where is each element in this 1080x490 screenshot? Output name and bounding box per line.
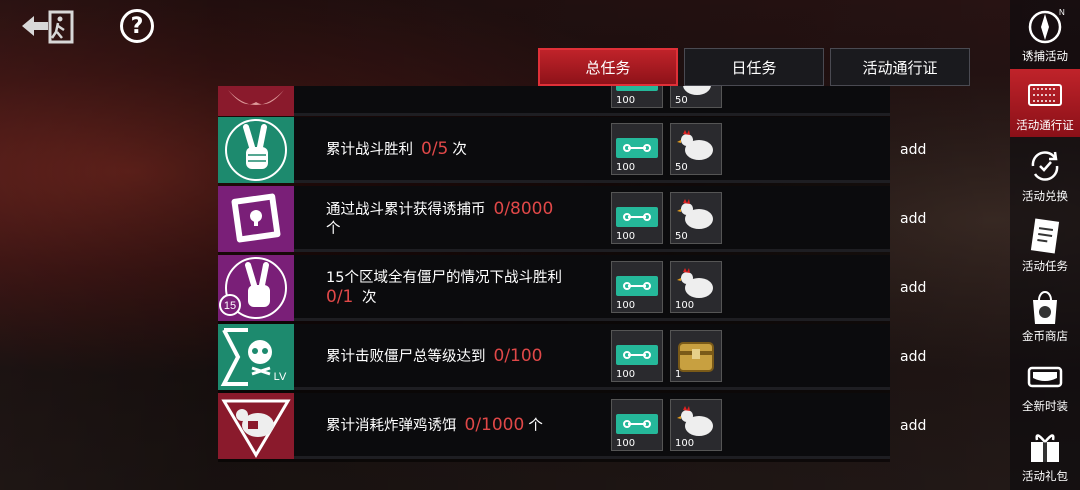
task-text: 累计战斗胜利 [326, 142, 413, 158]
sidebar-label: 诱捕活动 [1022, 49, 1068, 63]
reward-item[interactable]: 50 [670, 86, 722, 108]
sidebar-label: 金币商店 [1022, 329, 1068, 343]
task-progress: 0/5 [421, 139, 449, 159]
tab-event-pass[interactable]: 活动通行证 [830, 48, 970, 86]
add-button[interactable]: add [900, 393, 926, 459]
task-row: LV 累计击败僵尸总等级达到 0/100 100 1 [218, 324, 890, 390]
mask-icon [1027, 366, 1063, 388]
reward-count: 100 [675, 438, 695, 449]
lure-coin-icon [218, 186, 294, 252]
task-list[interactable]: 100 50 累计战斗胜利 0/5 次 100 50 通过战斗累计获得诱捕币 0… [218, 86, 890, 462]
tab-bar: 总任务 日任务 活动通行证 [538, 48, 970, 86]
reward-count: 100 [616, 438, 636, 449]
task-unit: 个 [528, 418, 543, 434]
back-exit-icon [22, 10, 74, 44]
help-icon: ? [130, 13, 144, 39]
task-row: 通过战斗累计获得诱捕币 0/8000 个 100 50 [218, 186, 890, 252]
svg-text:N: N [1059, 8, 1065, 17]
task-description: 通过战斗累计获得诱捕币 0/8000 个 [326, 186, 606, 252]
ornate-red-icon [218, 86, 294, 116]
sidebar-item-event-pass[interactable]: 活动通行证 [1010, 69, 1080, 137]
task-unit: 次 [361, 289, 377, 306]
sidebar-item-coin-shop[interactable]: 金币商店 [1010, 280, 1080, 348]
reward-item[interactable]: 100 [611, 192, 663, 244]
sidebar-item-event-tasks[interactable]: 活动任务 [1010, 210, 1080, 278]
sidebar-item-event-exchange[interactable]: 活动兑换 [1010, 140, 1080, 208]
reward-count: 50 [675, 95, 688, 106]
reward-count: 100 [616, 231, 636, 242]
task-description: 累计击败僵尸总等级达到 0/100 [326, 324, 606, 390]
task-text: 累计击败僵尸总等级达到 [326, 349, 486, 365]
compass-icon: N [1028, 8, 1065, 44]
sidebar-item-new-outfit[interactable]: 全新时装 [1010, 350, 1080, 418]
help-button[interactable]: ? [120, 9, 154, 43]
task-row: 累计消耗炸弹鸡诱饵 0/1000 个 100 100 [218, 393, 890, 459]
task-unit: 次 [452, 142, 467, 158]
add-button[interactable]: add [900, 117, 926, 183]
task-unit: 个 [326, 220, 341, 237]
reward-count: 100 [616, 369, 636, 380]
task-description: 累计消耗炸弹鸡诱饵 0/1000 个 [326, 393, 606, 459]
reward-item[interactable]: 1 [670, 330, 722, 382]
sidebar-label: 活动礼包 [1022, 469, 1068, 483]
tab-label: 日任务 [731, 58, 777, 77]
svg-text:LV: LV [274, 371, 287, 383]
task-text: 通过战斗累计获得诱捕币 [326, 201, 486, 218]
add-button[interactable]: add [900, 255, 926, 321]
task-text: 15个区域全有僵尸的情况下战斗胜利 [326, 269, 562, 286]
reward-count: 100 [616, 162, 636, 173]
task-text: 累计消耗炸弹鸡诱饵 [326, 418, 457, 434]
task-progress: 0/1 [326, 286, 354, 307]
sidebar-label: 活动任务 [1022, 259, 1068, 273]
tab-total-tasks[interactable]: 总任务 [538, 48, 678, 86]
sidebar-label: 活动通行证 [1016, 118, 1074, 132]
add-button[interactable]: add [900, 186, 926, 252]
task-progress: 0/1000 [464, 415, 525, 435]
task-description: 累计战斗胜利 0/5 次 [326, 117, 606, 183]
pass-ticket-icon [1028, 84, 1062, 106]
reward-item[interactable]: 100 [611, 123, 663, 175]
task-description: 15个区域全有僵尸的情况下战斗胜利 0/1 次 [326, 255, 606, 321]
task-row: 累计战斗胜利 0/5 次 100 50 [218, 117, 890, 183]
tab-daily-tasks[interactable]: 日任务 [684, 48, 824, 86]
task-progress: 0/100 [493, 346, 543, 366]
sidebar-label: 活动兑换 [1022, 189, 1068, 203]
reward-item[interactable]: 100 [670, 399, 722, 451]
reward-count: 100 [675, 300, 695, 311]
sidebar-item-event-gift[interactable]: 活动礼包 [1010, 420, 1080, 488]
reward-item[interactable]: 50 [670, 192, 722, 244]
chicken-bomb-icon [218, 393, 294, 459]
victory-hand-icon [218, 117, 294, 183]
reward-item[interactable]: 100 [670, 261, 722, 313]
tab-label: 总任务 [585, 58, 631, 77]
task-row: 15 15个区域全有僵尸的情况下战斗胜利 0/1 次 100 100 [218, 255, 890, 321]
reward-item[interactable]: 50 [670, 123, 722, 175]
tab-label: 活动通行证 [862, 58, 938, 77]
reward-count: 50 [675, 162, 688, 173]
gift-icon [1031, 434, 1059, 462]
victory-hand-15-icon: 15 [218, 255, 294, 321]
exchange-icon [1031, 151, 1059, 181]
add-button[interactable]: add [900, 324, 926, 390]
reward-count: 100 [616, 95, 636, 106]
event-sidebar: N 诱捕活动 活动通行证 活动兑换 活动任务 金币商店 全新时装 活动礼包 [1010, 0, 1080, 490]
reward-item[interactable]: 100 [611, 86, 663, 108]
shopping-bag-icon [1033, 291, 1057, 324]
reward-item[interactable]: 100 [611, 330, 663, 382]
task-list-icon [1030, 218, 1060, 254]
task-progress: 0/8000 [493, 198, 554, 219]
badge-number: 15 [224, 300, 236, 312]
sidebar-label: 全新时装 [1022, 399, 1068, 413]
reward-item[interactable]: 100 [611, 261, 663, 313]
back-button[interactable] [18, 8, 78, 44]
task-row-partial: 100 50 [218, 86, 890, 116]
reward-count: 1 [675, 369, 682, 380]
reward-count: 50 [675, 231, 688, 242]
reward-item[interactable]: 100 [611, 399, 663, 451]
skull-sum-level-icon: LV [218, 324, 294, 390]
reward-count: 100 [616, 300, 636, 311]
sidebar-item-lure-event[interactable]: N 诱捕活动 [1010, 0, 1080, 68]
